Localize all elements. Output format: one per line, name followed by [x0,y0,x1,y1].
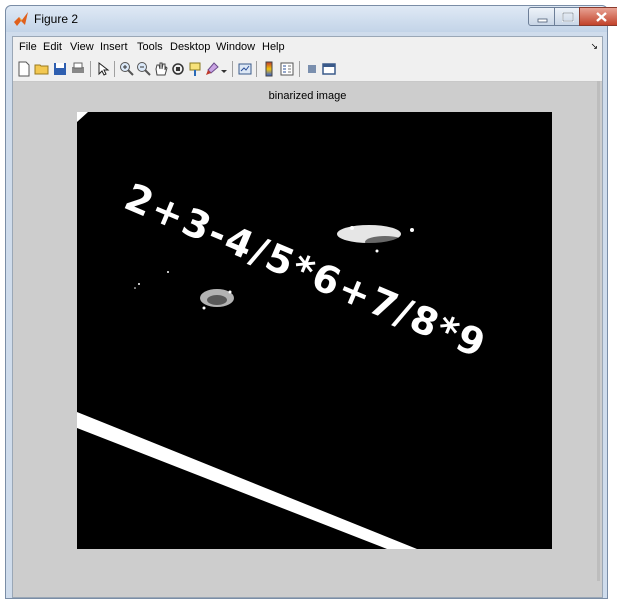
data-cursor-icon[interactable] [187,61,203,77]
menu-window[interactable]: Window [216,41,255,53]
figure-window: Figure 2 File Edit View Insert Tools Des… [5,5,617,599]
menu-overflow-arrow[interactable]: ↘ [590,41,598,52]
toolbar-separator [114,61,115,77]
minimize-button[interactable] [528,7,555,26]
insert-colorbar-icon[interactable] [261,61,277,77]
right-edge-divider [597,81,600,581]
binarized-image-axes[interactable]: 2+3-4/5*6+7/8*9 [77,112,552,549]
title-bar[interactable]: Figure 2 [6,6,617,32]
diagonal-lane-stripe [77,412,417,549]
noise-blob-right [337,225,414,253]
show-plot-tools-icon[interactable] [321,61,337,77]
menu-view[interactable]: View [70,41,94,53]
toolbar-separator [232,61,233,77]
toolbar-separator [256,61,257,77]
menu-desktop[interactable]: Desktop [170,41,210,53]
menu-tools[interactable]: Tools [137,41,163,53]
noise-blob-left [200,289,234,310]
brush-dropdown-icon[interactable] [220,61,228,77]
noise-specks [134,271,169,289]
expression-text: 2+3-4/5*6+7/8*9 [118,175,493,367]
menu-bar: File Edit View Insert Tools Desktop Wind… [13,37,602,57]
figure-toolbar [13,57,602,82]
window-title: Figure 2 [34,12,79,26]
close-icon [596,12,607,22]
zoom-in-icon[interactable] [119,61,135,77]
brush-icon[interactable] [204,61,220,77]
new-figure-icon[interactable] [16,61,32,77]
minimize-icon [537,18,548,23]
rotate-3d-icon[interactable] [170,61,186,77]
figure-client-area: File Edit View Insert Tools Desktop Wind… [12,36,603,598]
insert-legend-icon[interactable] [279,61,295,77]
maximize-icon [562,12,574,22]
menu-file[interactable]: File [19,41,37,53]
menu-edit[interactable]: Edit [43,41,62,53]
matlab-icon [14,12,28,26]
pan-icon[interactable] [153,61,169,77]
print-icon[interactable] [70,61,86,77]
corner-artifact [77,112,88,122]
link-plot-icon[interactable] [237,61,253,77]
edit-plot-icon[interactable] [95,61,111,77]
open-file-icon[interactable] [34,61,50,77]
zoom-out-icon[interactable] [136,61,152,77]
toolbar-separator [90,61,91,77]
maximize-button[interactable] [554,7,580,26]
axes-title: binarized image [268,90,347,102]
close-button[interactable] [579,7,617,26]
hide-plot-tools-icon[interactable] [304,61,320,77]
menu-insert[interactable]: Insert [100,41,128,53]
binarized-image: 2+3-4/5*6+7/8*9 [77,112,493,549]
save-icon[interactable] [52,61,68,77]
toolbar-separator [299,61,300,77]
menu-help[interactable]: Help [262,41,285,53]
